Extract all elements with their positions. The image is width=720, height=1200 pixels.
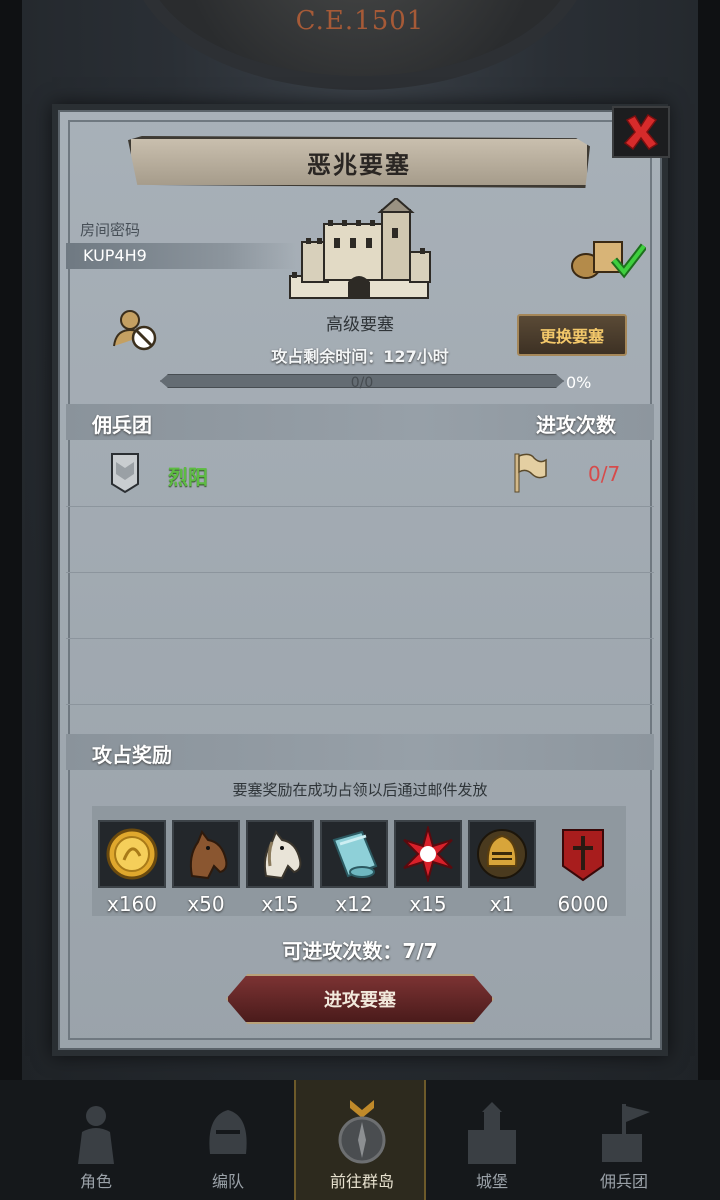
mercenary-header: 佣兵团 — [92, 413, 152, 437]
title-banner: 恶兆要塞 — [128, 136, 590, 188]
capture-time: 攻占剩余时间：127小时 — [271, 347, 449, 366]
nav-mercenary[interactable]: 佣兵团 — [558, 1080, 690, 1200]
reward-qty: x12 — [335, 892, 373, 916]
reward-item[interactable]: x12 — [320, 820, 388, 916]
nav-castle[interactable]: 城堡 — [426, 1080, 558, 1200]
compass-icon — [338, 1100, 386, 1164]
mercenary-icon — [602, 1104, 650, 1162]
red-star-icon — [403, 826, 453, 882]
reward-qty: x50 — [187, 892, 225, 916]
gold-helmet-icon — [477, 829, 527, 879]
era-label: C.E.1501 — [295, 6, 425, 36]
reward-item[interactable]: x15 — [394, 820, 462, 916]
castle-icon — [468, 1102, 516, 1164]
room-code[interactable]: KUP4H9 — [83, 246, 147, 265]
reward-qty: 6000 — [557, 892, 609, 916]
dialog-title: 恶兆要塞 — [307, 150, 411, 179]
reward-header: 攻占奖励 — [92, 743, 172, 767]
reward-qty: x160 — [106, 892, 157, 916]
nav-character[interactable]: 角色 — [30, 1080, 162, 1200]
list-divider — [66, 572, 654, 573]
cloth-roll-icon — [332, 830, 378, 878]
progress-text: 0/0 — [350, 375, 374, 391]
reward-qty: x15 — [409, 892, 447, 916]
supplies-check-icon — [571, 241, 646, 279]
left-edge — [0, 0, 22, 1200]
nav-label: 编队 — [211, 1172, 244, 1191]
reward-item[interactable]: x15 — [246, 820, 314, 916]
reward-note: 要塞奖励在成功占领以后通过邮件发放 — [232, 781, 488, 799]
reward-item[interactable]: x50 — [172, 820, 240, 916]
mercenary-name[interactable]: 烈阳 — [168, 461, 208, 490]
shield-icon — [111, 453, 139, 494]
helmet-icon — [209, 1110, 247, 1154]
nav-label: 城堡 — [475, 1172, 508, 1191]
reward-item[interactable]: x1 — [468, 820, 536, 916]
castle-icon — [289, 198, 431, 299]
list-divider — [66, 638, 654, 639]
brown-horse-icon — [189, 829, 228, 880]
attack-fortress-button[interactable]: 进攻要塞 — [226, 974, 494, 1024]
list-divider — [66, 506, 654, 507]
mercenary-attack-count: 0/7 — [588, 462, 621, 486]
right-edge — [698, 0, 720, 1200]
gold-coin-icon — [106, 828, 158, 880]
nav-formation[interactable]: 编队 — [162, 1080, 294, 1200]
room-code-label: 房间密码 — [80, 221, 141, 239]
white-horse-icon — [263, 829, 302, 880]
nav-label: 前往群岛 — [329, 1172, 394, 1191]
sword-banner-icon — [562, 829, 604, 882]
attempts-remaining: 可进攻次数：7/7 — [282, 939, 438, 963]
reward-qty: x1 — [489, 892, 515, 916]
reward-item[interactable]: x160 — [98, 820, 166, 916]
flag-icon — [514, 453, 547, 493]
nav-label: 角色 — [79, 1172, 112, 1191]
nav-label: 佣兵团 — [599, 1172, 648, 1191]
reward-item[interactable]: 6000 — [549, 820, 617, 916]
bottom-nav: 角色 编队 前往群岛 城堡 佣兵团 — [0, 1080, 720, 1200]
reward-qty: x15 — [261, 892, 299, 916]
progress-percent: 0% — [566, 373, 592, 392]
close-icon — [623, 113, 659, 151]
nav-archipelago[interactable]: 前往群岛 — [294, 1080, 426, 1200]
close-button[interactable] — [612, 106, 670, 158]
attack-count-header: 进攻次数 — [536, 413, 616, 437]
knight-icon — [78, 1106, 114, 1164]
list-divider — [66, 704, 654, 705]
